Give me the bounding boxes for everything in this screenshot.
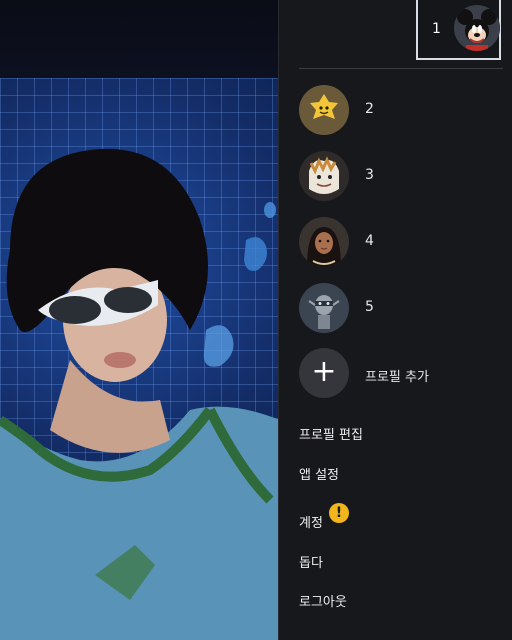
add-profile-label: 프로필 추가: [365, 370, 429, 385]
profile-label-3: 3: [365, 167, 374, 183]
poster-illustration: [0, 148, 280, 640]
current-profile[interactable]: 1: [416, 0, 501, 60]
current-profile-number: 1: [432, 21, 441, 37]
help-link[interactable]: 돕다: [299, 552, 323, 571]
profile-label-4: 4: [365, 233, 374, 249]
profile-item-3[interactable]: 3: [299, 151, 499, 201]
profile-item-5[interactable]: 5: [299, 283, 499, 333]
moana-avatar-icon: [299, 217, 349, 267]
profile-item-2[interactable]: 2: [299, 85, 499, 135]
featured-backdrop: [0, 0, 280, 640]
add-profile-button[interactable]: + 프로필 추가: [299, 348, 499, 398]
profile-label-5: 5: [365, 299, 374, 315]
alert-icon: !: [329, 503, 349, 523]
robot-avatar-icon: [299, 283, 349, 333]
profile-divider: [299, 68, 503, 69]
profile-item-4[interactable]: 4: [299, 217, 499, 267]
logout-link[interactable]: 로그아웃: [299, 591, 347, 610]
white-creature-avatar-icon: [299, 151, 349, 201]
mickey-mouse-avatar-icon: [454, 5, 500, 51]
account-label: 계정: [299, 516, 323, 531]
add-profile-circle: +: [299, 348, 349, 398]
edit-profile-link[interactable]: 프로필 편집: [299, 424, 363, 443]
account-link[interactable]: 계정 !: [299, 503, 379, 531]
profile-label-2: 2: [365, 101, 374, 117]
app-settings-link[interactable]: 앱 설정: [299, 464, 339, 483]
profile-menu-panel: 1 2 3 4 5 + 프로필 추가 프로필 편집 앱 설정 계정 ! 돕다 로…: [278, 0, 512, 640]
plus-icon: +: [311, 354, 337, 389]
yellow-star-avatar-icon: [299, 85, 349, 135]
